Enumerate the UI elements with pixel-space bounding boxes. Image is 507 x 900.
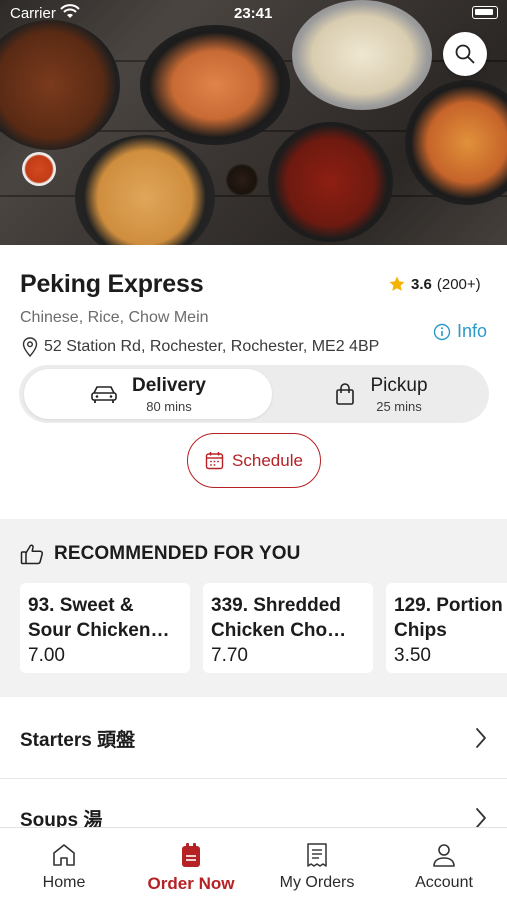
schedule-label: Schedule [232,450,303,470]
tab-home[interactable]: Home [4,842,124,892]
star-icon [389,276,405,291]
receipt-icon [307,843,327,867]
car-icon [91,386,117,403]
bag-icon [182,843,200,867]
recommended-item-title: 93. Sweet & Sour Chicken… [28,595,170,641]
tab-account-label: Account [415,874,473,891]
recommended-title: RECOMMENDED FOR YOU [54,543,301,564]
status-time: 23:41 [234,5,273,22]
delivery-time: 80 mins [146,398,192,414]
pickup-time: 25 mins [376,398,422,414]
divider [0,778,507,779]
pickup-option[interactable]: Pickup 25 mins [291,369,471,419]
calendar-icon [205,452,224,470]
order-mode-toggle: Delivery 80 mins Pickup 25 mins [19,365,489,423]
info-label: Info [457,321,488,341]
tab-order-now[interactable]: Order Now [131,842,251,894]
delivery-option[interactable]: Delivery 80 mins [24,369,272,419]
recommended-item-title: 129. Portion Chips [394,595,503,641]
recommended-section: RECOMMENDED FOR YOU 93. Sweet & Sour Chi… [0,519,507,697]
address: 52 Station Rd, Rochester, Rochester, ME2… [22,337,379,357]
location-pin-icon [22,337,38,357]
tab-my-orders-label: My Orders [279,874,355,891]
battery-icon [472,6,498,19]
tab-order-now-label: Order Now [147,874,235,893]
hero-image: Carrier 23:41 [0,0,507,245]
pickup-label: Pickup [370,374,428,396]
recommended-card[interactable]: 93. Sweet & Sour Chicken… 7.00 [20,583,190,673]
address-text: 52 Station Rd, Rochester, Rochester, ME2… [44,338,380,355]
restaurant-name: Peking Express [20,270,204,298]
carrier-label: Carrier [10,5,56,22]
info-link[interactable]: Info [433,321,487,342]
tab-account[interactable]: Account [384,842,504,892]
person-icon [433,844,455,867]
chevron-right-icon [476,808,486,828]
thumbs-up-icon [20,544,44,565]
recommended-item-price: 3.50 [394,645,431,666]
home-icon [53,844,75,866]
search-button[interactable] [443,32,487,76]
delivery-label: Delivery [132,374,206,396]
recommended-item-price: 7.00 [28,645,65,666]
rating-count: (200+) [436,275,481,293]
tab-my-orders[interactable]: My Orders [257,842,377,892]
info-icon [433,323,451,340]
tab-home-label: Home [42,874,86,891]
rating: 3.6 (200+) [388,275,481,293]
rating-score: 3.6 [411,275,432,293]
recommended-item-title: 339. Shredded Chicken Cho… [211,595,347,641]
wifi-icon [60,4,80,18]
recommended-header: RECOMMENDED FOR YOU [20,543,300,565]
recommended-card[interactable]: 129. Portion Chips 3.50 [386,583,507,673]
shopping-bag-icon [336,383,355,405]
recommended-item-price: 7.70 [211,645,248,666]
schedule-button[interactable]: Schedule [187,433,321,488]
search-icon [455,44,475,64]
cuisine-list: Chinese, Rice, Chow Mein [20,309,209,326]
chevron-right-icon [476,728,486,748]
menu-category-label: Starters 頭盤 [20,729,136,751]
recommended-card[interactable]: 339. Shredded Chicken Cho… 7.70 [203,583,373,673]
tab-bar: Home Order Now My Orders Account [0,827,507,900]
menu-category-row[interactable]: Starters 頭盤 [0,708,507,768]
